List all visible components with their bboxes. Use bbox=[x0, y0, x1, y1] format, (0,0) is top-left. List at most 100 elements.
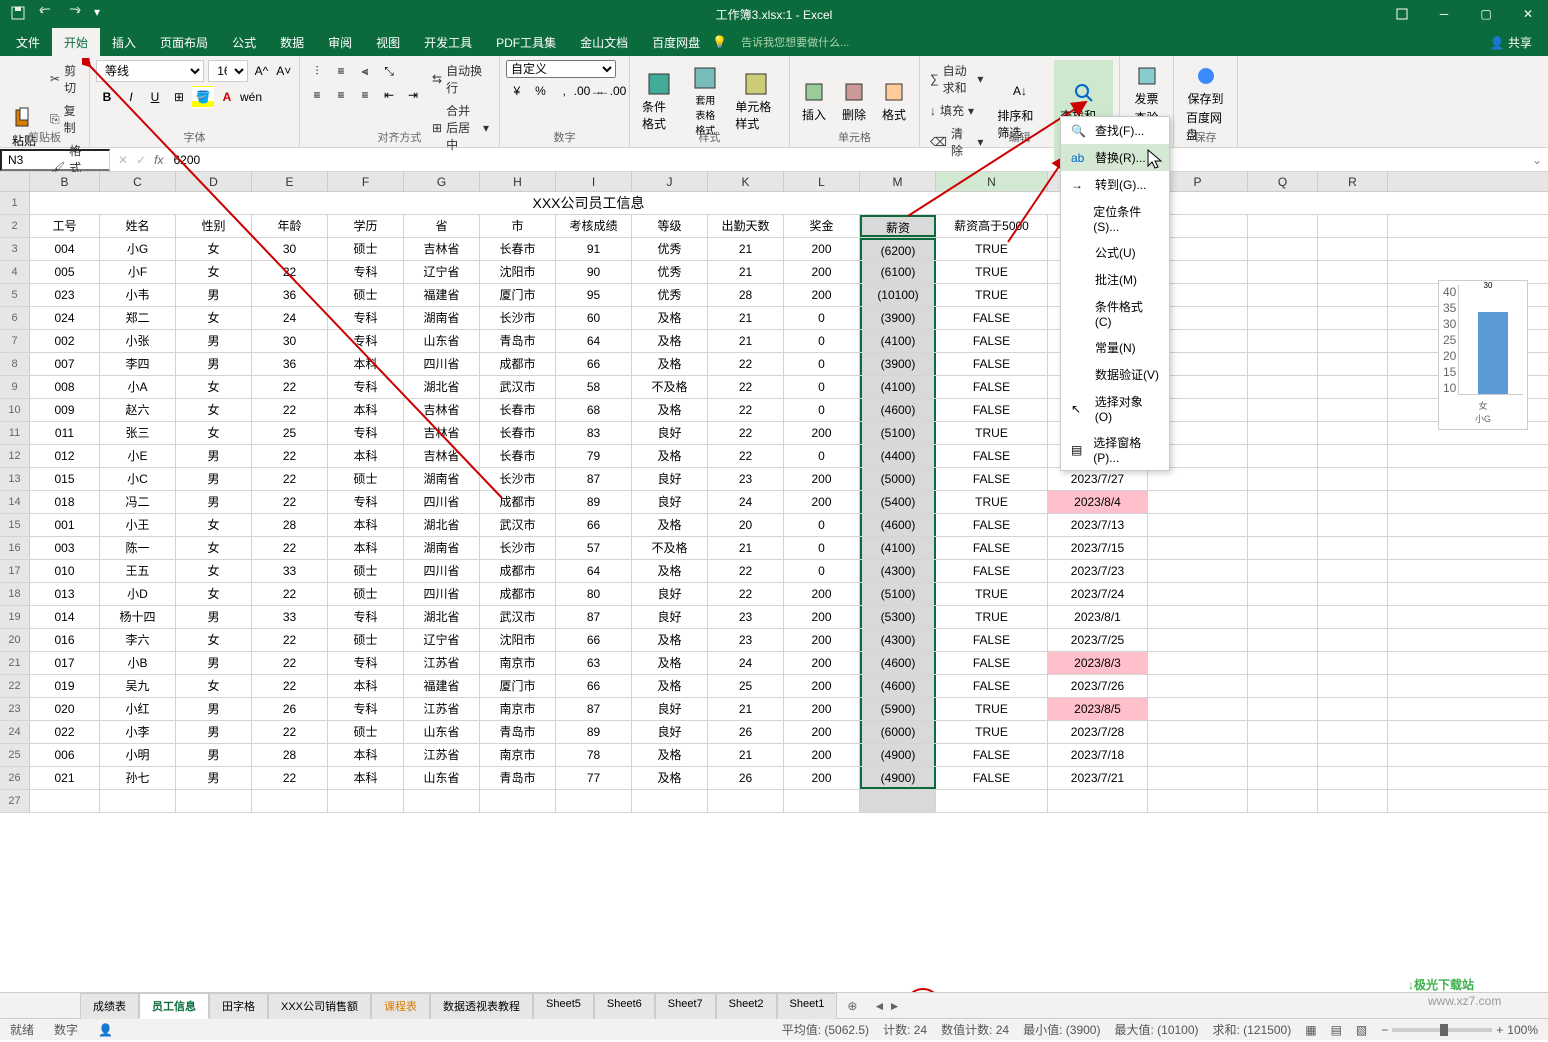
cell[interactable]: 78 bbox=[556, 744, 632, 766]
row-header[interactable]: 26 bbox=[0, 767, 30, 789]
row-header[interactable]: 1 bbox=[0, 192, 30, 214]
cell[interactable]: 007 bbox=[30, 353, 100, 375]
view-layout-icon[interactable]: ▤ bbox=[1331, 1023, 1342, 1037]
cell[interactable]: 青岛市 bbox=[480, 330, 556, 352]
cell[interactable]: 专科 bbox=[328, 330, 404, 352]
cell[interactable]: 83 bbox=[556, 422, 632, 444]
col-header-K[interactable]: K bbox=[708, 172, 784, 191]
cell[interactable]: 79 bbox=[556, 445, 632, 467]
number-format-select[interactable]: 自定义 bbox=[506, 60, 616, 78]
increase-font-icon[interactable]: A^ bbox=[252, 60, 270, 82]
col-header-R[interactable]: R bbox=[1318, 172, 1388, 191]
cell[interactable]: 男 bbox=[176, 491, 252, 513]
cell[interactable]: 003 bbox=[30, 537, 100, 559]
cell[interactable]: 58 bbox=[556, 376, 632, 398]
cell[interactable]: 及格 bbox=[632, 652, 708, 674]
col-header-Q[interactable]: Q bbox=[1248, 172, 1318, 191]
cell[interactable]: (4100) bbox=[860, 330, 936, 352]
cell[interactable] bbox=[1148, 652, 1248, 674]
row-header[interactable]: 13 bbox=[0, 468, 30, 490]
cell[interactable] bbox=[1248, 675, 1318, 697]
border-button[interactable]: ⊞ bbox=[168, 86, 190, 108]
cell[interactable]: 30 bbox=[252, 330, 328, 352]
cell[interactable] bbox=[1248, 537, 1318, 559]
cell[interactable]: 21 bbox=[708, 537, 784, 559]
cell[interactable] bbox=[1248, 767, 1318, 789]
cell[interactable]: 001 bbox=[30, 514, 100, 536]
col-header-H[interactable]: H bbox=[480, 172, 556, 191]
undo-icon[interactable] bbox=[38, 5, 54, 24]
row-header[interactable]: 12 bbox=[0, 445, 30, 467]
cell[interactable]: 2023/7/24 bbox=[1048, 583, 1148, 605]
cell[interactable]: (5100) bbox=[860, 422, 936, 444]
col-header-I[interactable]: I bbox=[556, 172, 632, 191]
cell[interactable]: 21 bbox=[708, 330, 784, 352]
percent-icon[interactable]: % bbox=[530, 80, 552, 102]
cell[interactable]: 小王 bbox=[100, 514, 176, 536]
tab-文件[interactable]: 文件 bbox=[4, 28, 52, 57]
indent-left-icon[interactable]: ⇤ bbox=[378, 84, 400, 106]
cell[interactable]: 男 bbox=[176, 652, 252, 674]
cell[interactable]: FALSE bbox=[936, 744, 1048, 766]
cell[interactable] bbox=[784, 790, 860, 812]
cell[interactable]: 20 bbox=[708, 514, 784, 536]
dropdown-item-8[interactable]: 数据验证(V) bbox=[1061, 361, 1169, 388]
cell[interactable]: 87 bbox=[556, 468, 632, 490]
row-header[interactable]: 19 bbox=[0, 606, 30, 628]
dropdown-item-4[interactable]: 公式(U) bbox=[1061, 239, 1169, 266]
cell[interactable] bbox=[1318, 606, 1388, 628]
cell[interactable]: 沈阳市 bbox=[480, 261, 556, 283]
cell[interactable]: 及格 bbox=[632, 330, 708, 352]
cell[interactable]: FALSE bbox=[936, 468, 1048, 490]
cell[interactable]: 武汉市 bbox=[480, 376, 556, 398]
cell[interactable]: 及格 bbox=[632, 675, 708, 697]
row-header[interactable]: 10 bbox=[0, 399, 30, 421]
cell[interactable]: 2023/8/1 bbox=[1048, 606, 1148, 628]
cell[interactable]: 014 bbox=[30, 606, 100, 628]
cell[interactable]: TRUE bbox=[936, 238, 1048, 260]
sheet-tab-成绩表[interactable]: 成绩表 bbox=[80, 993, 139, 1019]
cell[interactable]: (4600) bbox=[860, 399, 936, 421]
dropdown-item-10[interactable]: ▤选择窗格(P)... bbox=[1061, 429, 1169, 470]
cell[interactable]: 66 bbox=[556, 514, 632, 536]
cell[interactable]: 南京市 bbox=[480, 652, 556, 674]
cell[interactable]: 奖金 bbox=[784, 215, 860, 237]
cell[interactable] bbox=[1148, 767, 1248, 789]
dropdown-item-1[interactable]: ab替换(R)... bbox=[1061, 144, 1169, 171]
cell[interactable]: 22 bbox=[708, 560, 784, 582]
sheet-tab-Sheet5[interactable]: Sheet5 bbox=[533, 993, 594, 1019]
accessibility-icon[interactable]: 👤 bbox=[98, 1023, 113, 1037]
cell[interactable]: 不及格 bbox=[632, 376, 708, 398]
tab-数据[interactable]: 数据 bbox=[268, 28, 316, 57]
cell[interactable]: 90 bbox=[556, 261, 632, 283]
cell[interactable] bbox=[1318, 399, 1388, 421]
cell[interactable]: 青岛市 bbox=[480, 767, 556, 789]
cell[interactable] bbox=[1318, 376, 1388, 398]
cell[interactable]: 本科 bbox=[328, 767, 404, 789]
cell[interactable]: (6100) bbox=[860, 261, 936, 283]
cell[interactable]: 200 bbox=[784, 583, 860, 605]
cell[interactable]: 57 bbox=[556, 537, 632, 559]
cell[interactable]: 200 bbox=[784, 744, 860, 766]
dropdown-item-3[interactable]: 定位条件(S)... bbox=[1061, 198, 1169, 239]
cell[interactable] bbox=[1248, 629, 1318, 651]
cell[interactable]: TRUE bbox=[936, 284, 1048, 306]
cell[interactable]: 硕士 bbox=[328, 560, 404, 582]
cell[interactable]: FALSE bbox=[936, 629, 1048, 651]
bold-button[interactable]: B bbox=[96, 86, 118, 108]
cell[interactable]: 22 bbox=[252, 445, 328, 467]
row-header[interactable]: 25 bbox=[0, 744, 30, 766]
cell[interactable] bbox=[1318, 675, 1388, 697]
cell[interactable]: 022 bbox=[30, 721, 100, 743]
cell[interactable]: 长春市 bbox=[480, 445, 556, 467]
cell[interactable]: 28 bbox=[708, 284, 784, 306]
cell[interactable]: (6200) bbox=[860, 238, 936, 260]
cell[interactable]: 及格 bbox=[632, 514, 708, 536]
cell[interactable]: 孙七 bbox=[100, 767, 176, 789]
cell[interactable]: 山东省 bbox=[404, 330, 480, 352]
cell[interactable]: 男 bbox=[176, 698, 252, 720]
cell[interactable] bbox=[1318, 583, 1388, 605]
cell[interactable] bbox=[1148, 744, 1248, 766]
title-cell[interactable]: XXX公司员工信息 bbox=[30, 192, 1148, 214]
cell[interactable]: 60 bbox=[556, 307, 632, 329]
